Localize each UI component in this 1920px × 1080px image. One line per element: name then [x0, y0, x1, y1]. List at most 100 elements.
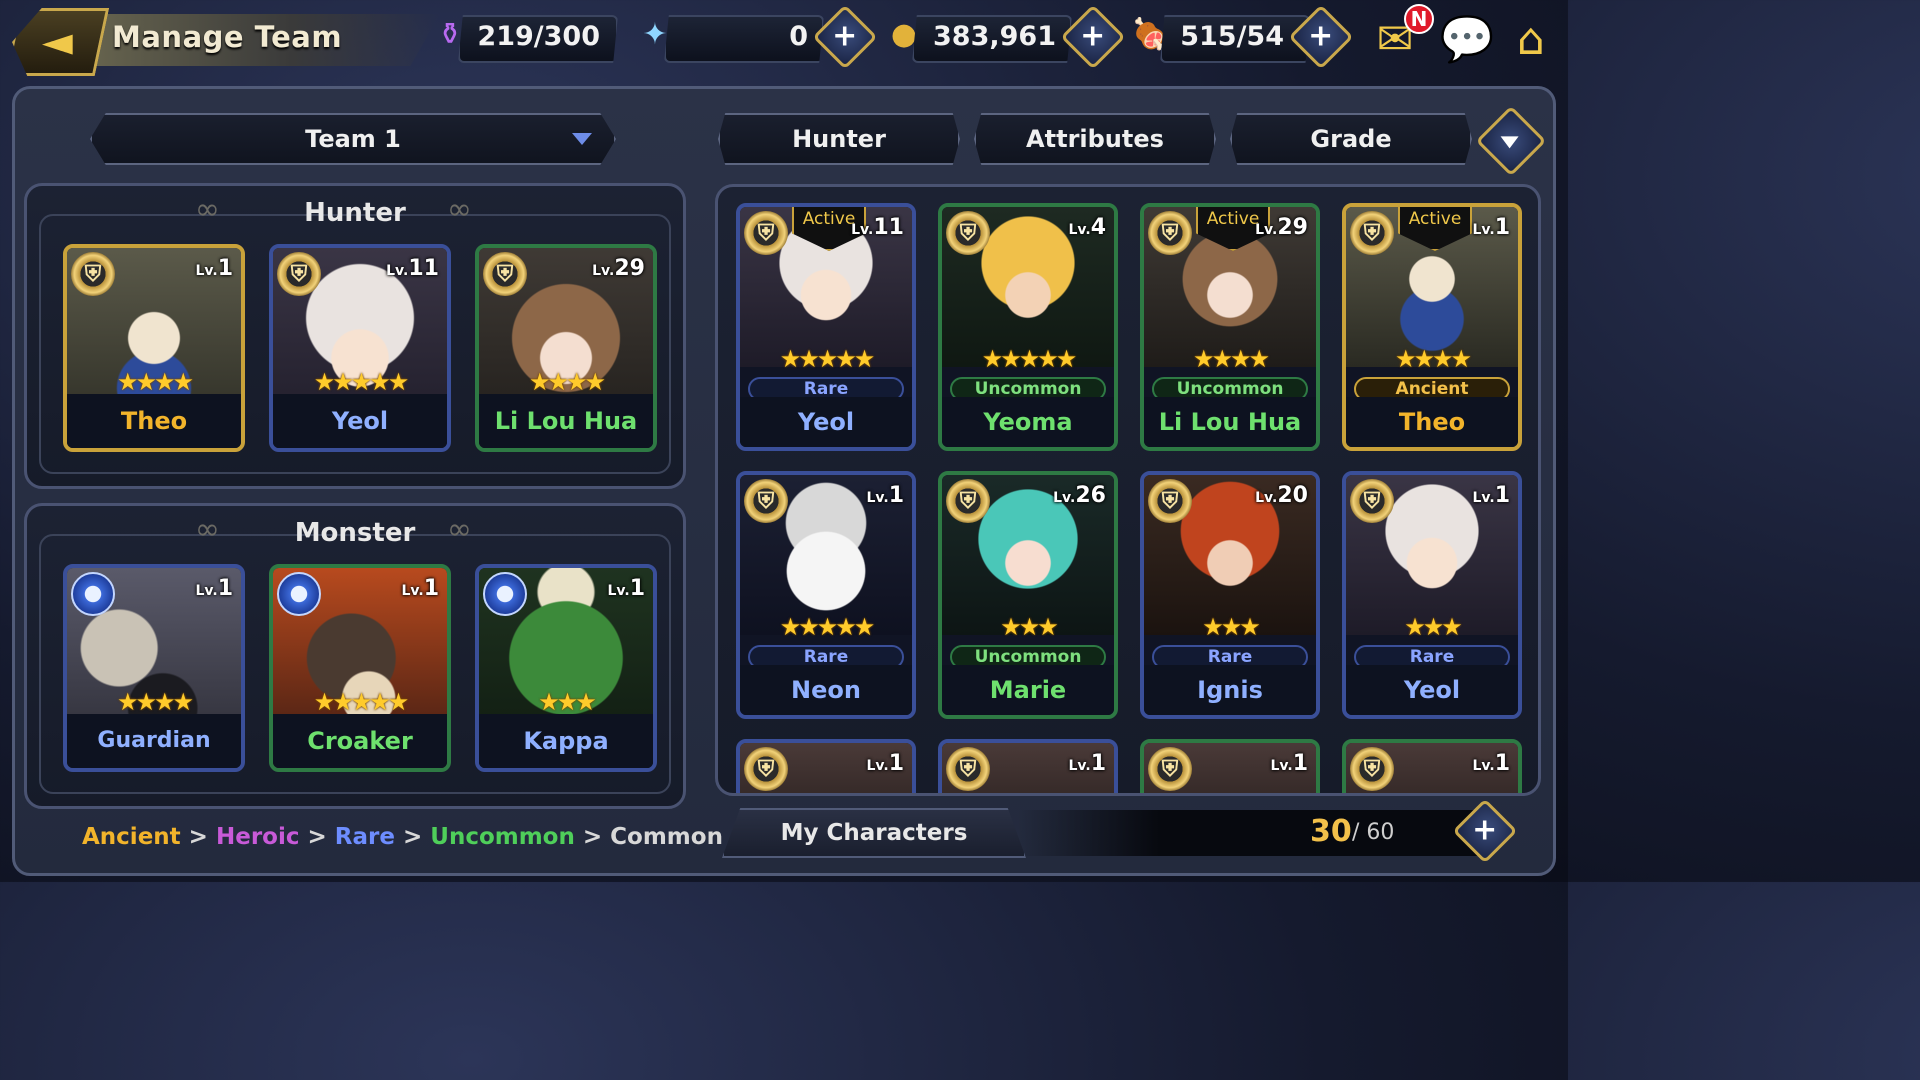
monster-panel-title: Monster	[294, 518, 416, 548]
team-select-dropdown[interactable]: Team 1	[90, 113, 616, 165]
potion-icon	[277, 572, 321, 616]
filter-grade-button[interactable]: Grade	[1230, 113, 1472, 165]
filter-grade-label: Grade	[1310, 125, 1392, 153]
star-rating: ★★★★	[1394, 345, 1472, 373]
monster-name: Croaker	[273, 714, 447, 768]
roster-card-theo[interactable]: ⛨ Active Lv.1 ★★★★ Ancient Theo	[1342, 203, 1522, 451]
legend-separator: >	[394, 824, 431, 850]
character-name: Yeoma	[942, 397, 1114, 447]
plus-icon: +	[1080, 18, 1106, 54]
monster-name: Kappa	[479, 714, 653, 768]
roster-card-yeol-2[interactable]: ⛨ Lv.1 ★★★ Rare Yeol	[1342, 471, 1522, 719]
level-label: Lv.1	[195, 576, 233, 601]
legend-rare: Rare	[334, 824, 395, 850]
legend-uncommon: Uncommon	[430, 824, 575, 850]
character-name: Marie	[942, 665, 1114, 715]
legend-ancient: Ancient	[82, 824, 181, 850]
roster-card-marie[interactable]: ⛨ Lv.26 ★★★ Uncommon Marie	[938, 471, 1118, 719]
back-button[interactable]: ◄	[5, 8, 109, 76]
character-name: Neon	[740, 665, 912, 715]
star-rating: ★★★★★	[313, 368, 410, 396]
character-name: Yeol	[740, 397, 912, 447]
level-label: Lv.1	[401, 576, 439, 601]
roster-card-ignis[interactable]: ⛨ Lv.20 ★★★ Rare Ignis	[1140, 471, 1320, 719]
roster-card-partial[interactable]: ⛨ Lv.1	[1140, 739, 1320, 793]
level-label: Lv.1	[195, 256, 233, 281]
shield-icon: ⛨	[1148, 479, 1192, 523]
gold-value: 383,961	[933, 21, 1056, 52]
level-label: Lv.11	[851, 215, 904, 240]
character-name: Yeol	[1346, 665, 1518, 715]
star-rating: ★★★★★	[313, 688, 410, 716]
star-rating: ★★★	[538, 688, 597, 716]
shield-icon: ⛨	[1148, 747, 1192, 791]
star-rating: ★★★★	[116, 368, 194, 396]
level-label: Lv.1	[1472, 483, 1510, 508]
hunter-name: Yeol	[273, 394, 447, 448]
page-title: Manage Team	[112, 20, 343, 54]
swirl-ornament-icon: ∞	[447, 512, 472, 547]
hunter-name: Li Lou Hua	[479, 394, 653, 448]
hunter-name: Theo	[67, 394, 241, 448]
level-label: Lv.1	[1270, 751, 1308, 776]
team-hunter-slot-1[interactable]: ⛨ Lv.1 ★★★★ Theo	[63, 244, 245, 452]
mail-new-badge: N	[1404, 4, 1434, 34]
shield-icon: ⛨	[744, 211, 788, 255]
shield-icon: ⛨	[483, 252, 527, 296]
tab-my-characters-label: My Characters	[780, 820, 968, 846]
level-label: Lv.20	[1255, 483, 1308, 508]
level-label: Lv.26	[1053, 483, 1106, 508]
legend-heroic: Heroic	[215, 824, 300, 850]
character-roster[interactable]: ⛨ Active Lv.11 ★★★★★ Rare Yeol ⛨ Lv.4 ★★…	[715, 184, 1541, 796]
add-gold-button[interactable]: +	[1060, 4, 1126, 70]
roster-card-partial[interactable]: ⛨ Lv.1	[1342, 739, 1522, 793]
add-gems-button[interactable]: +	[812, 4, 878, 70]
hunter-panel-title: Hunter	[304, 198, 406, 228]
star-rating: ★★★	[1404, 613, 1463, 641]
gem-value: 0	[789, 21, 808, 52]
filter-hunter-button[interactable]: Hunter	[718, 113, 960, 165]
shield-icon: ⛨	[1350, 211, 1394, 255]
potion-icon	[483, 572, 527, 616]
roster-card-partial[interactable]: ⛨ Lv.1	[736, 739, 916, 793]
star-rating: ★★★	[1000, 613, 1059, 641]
star-rating: ★★★★★	[779, 345, 876, 373]
home-icon[interactable]: ⌂	[1500, 8, 1562, 70]
hunter-team-panel: Hunter ∞ ∞ ⛨ Lv.1 ★★★★ Theo ⛨ Lv.11 ★★★★…	[24, 183, 686, 489]
team-hunter-slot-2[interactable]: ⛨ Lv.11 ★★★★★ Yeol	[269, 244, 451, 452]
roster-card-neon[interactable]: ⛨ Lv.1 ★★★★★ Rare Neon	[736, 471, 916, 719]
shield-icon: ⛨	[1350, 747, 1394, 791]
top-bar: ◄ Manage Team ⚱ 219/300 ✦ 0 + ● 383,961 …	[0, 0, 1568, 82]
filter-attributes-button[interactable]: Attributes	[974, 113, 1216, 165]
team-select-label: Team 1	[305, 125, 401, 153]
level-label: Lv.29	[592, 256, 645, 281]
shield-icon: ⛨	[1350, 479, 1394, 523]
legend-separator: >	[180, 824, 216, 850]
plus-icon: +	[1472, 812, 1498, 848]
star-rating: ★★★★★	[981, 345, 1078, 373]
star-rating: ★★★★	[1192, 345, 1270, 373]
chevron-down-icon	[572, 133, 592, 145]
roster-card-yeoma[interactable]: ⛨ Lv.4 ★★★★★ Uncommon Yeoma	[938, 203, 1118, 451]
team-monster-slot-3[interactable]: Lv.1 ★★★ Kappa	[475, 564, 657, 772]
back-arrow-icon: ◄	[41, 19, 73, 65]
level-label: Lv.1	[1472, 751, 1510, 776]
shield-icon: ⛨	[744, 479, 788, 523]
level-label: Lv.1	[866, 751, 904, 776]
team-monster-slot-1[interactable]: Lv.1 ★★★★ Guardian Kuro	[63, 564, 245, 772]
legend-separator: >	[574, 824, 611, 850]
chat-icon[interactable]: 💬	[1436, 8, 1498, 70]
team-monster-slot-2[interactable]: Lv.1 ★★★★★ Croaker	[269, 564, 451, 772]
meat-value: 515/54	[1180, 21, 1284, 52]
roster-card-partial[interactable]: ⛨ Lv.1	[938, 739, 1118, 793]
tab-my-characters[interactable]: My Characters	[722, 808, 1026, 858]
grade-order-legend: Ancient > Heroic > Rare > Uncommon > Com…	[82, 824, 723, 850]
shield-icon: ⛨	[946, 211, 990, 255]
team-hunter-slot-3[interactable]: ⛨ Lv.29 ★★★★ Li Lou Hua	[475, 244, 657, 452]
roster-card-li-lou-hua[interactable]: ⛨ Active Lv.29 ★★★★ Uncommon Li Lou Hua	[1140, 203, 1320, 451]
character-name: Li Lou Hua	[1144, 397, 1316, 447]
filter-attributes-label: Attributes	[1026, 125, 1164, 153]
roster-card-yeol[interactable]: ⛨ Active Lv.11 ★★★★★ Rare Yeol	[736, 203, 916, 451]
character-name: Ignis	[1144, 665, 1316, 715]
shield-icon: ⛨	[946, 479, 990, 523]
